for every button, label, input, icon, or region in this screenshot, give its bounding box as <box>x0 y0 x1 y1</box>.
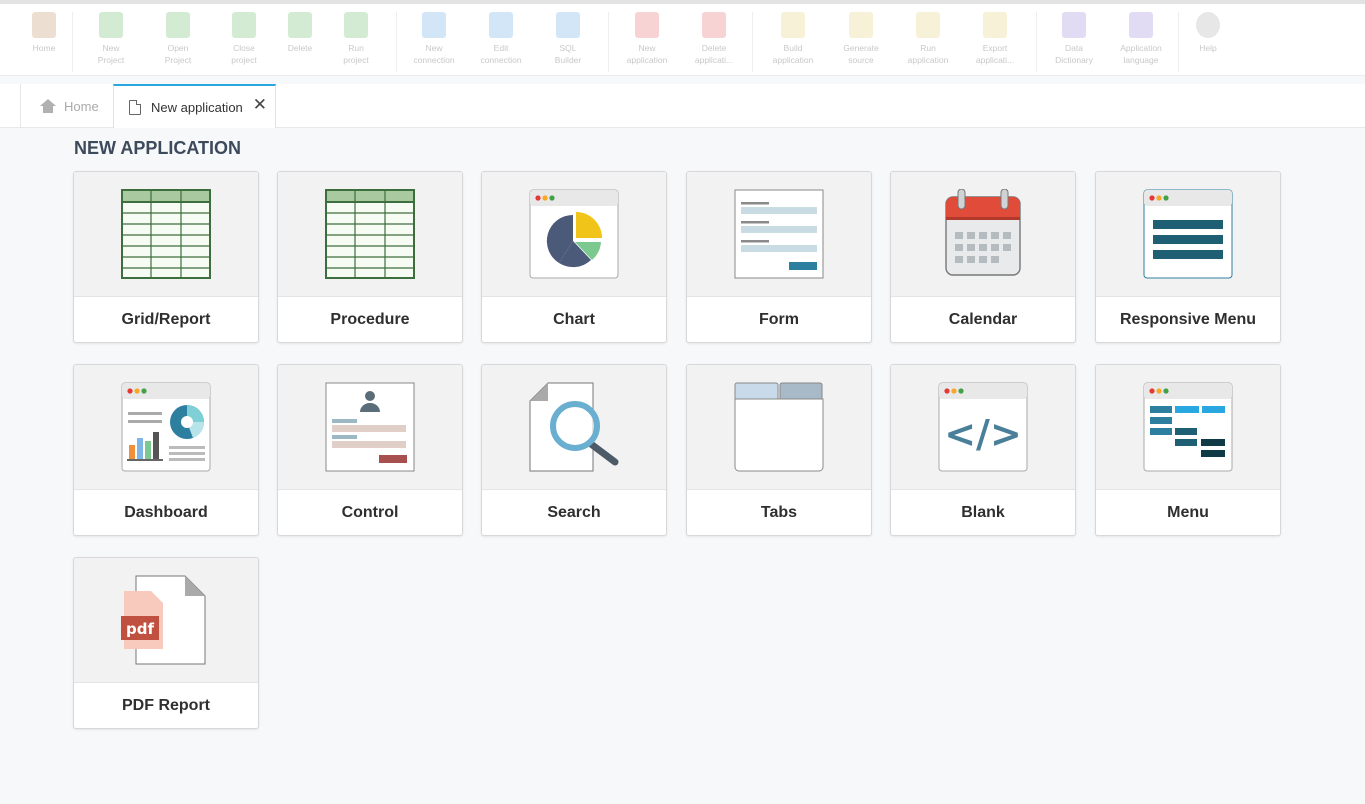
toolbar-generate-source-button[interactable]: Generate source <box>833 10 889 74</box>
toolbar-sql-builder-button[interactable]: SQL Builder <box>540 10 596 74</box>
toolbar-new-application-button[interactable]: New application <box>619 10 675 74</box>
toolbar-delete-application-button[interactable]: Delete applicati... <box>686 10 742 74</box>
toolbar-run-application-button[interactable]: Run application <box>900 10 956 74</box>
code-icon: </> <box>938 382 1028 472</box>
folder-close-icon <box>232 12 256 38</box>
card-label: Grid/Report <box>121 311 211 328</box>
database-add-icon <box>422 12 446 38</box>
card-responsive-menu[interactable]: Responsive Menu <box>1095 171 1281 343</box>
svg-text:pdf: pdf <box>126 620 154 638</box>
search-icon <box>529 382 619 472</box>
tab-bar: Home New application ✕ <box>0 84 1365 128</box>
toolbar-application-language-button[interactable]: Application language <box>1113 10 1169 74</box>
database-edit-icon <box>489 12 513 38</box>
toolbar-new-project-button[interactable]: New Project <box>83 10 139 74</box>
new-application-icon <box>635 12 659 38</box>
build-icon <box>781 12 805 38</box>
card-dashboard[interactable]: Dashboard <box>73 364 259 536</box>
help-icon <box>1196 12 1220 38</box>
tab-new-application[interactable]: New application ✕ <box>113 84 276 128</box>
toolbar-new-connection-button[interactable]: New connection <box>406 10 462 74</box>
card-label: Procedure <box>330 311 410 328</box>
pie-chart-icon <box>529 189 619 279</box>
responsive-menu-icon <box>1143 189 1233 279</box>
toolbar-open-project-button[interactable]: Open Project <box>150 10 206 74</box>
toolbar-delete-project-button[interactable]: Delete <box>272 10 328 74</box>
card-label: Tabs <box>760 504 798 521</box>
new-project-icon <box>99 12 123 38</box>
card-label: Responsive Menu <box>1119 311 1257 328</box>
language-icon <box>1129 12 1153 38</box>
card-tabs[interactable]: Tabs <box>686 364 872 536</box>
toolbar-build-application-button[interactable]: Build application <box>765 10 821 74</box>
card-menu[interactable]: Menu <box>1095 364 1281 536</box>
procedure-table-icon <box>325 189 415 279</box>
card-label: Menu <box>1167 504 1209 521</box>
home-icon <box>40 99 56 113</box>
toolbar-data-dictionary-button[interactable]: Data Dictionary <box>1046 10 1102 74</box>
control-icon <box>325 382 415 472</box>
delete-application-icon <box>702 12 726 38</box>
form-icon <box>734 189 824 279</box>
menu-icon <box>1143 382 1233 472</box>
card-blank[interactable]: </> Blank <box>890 364 1076 536</box>
toolbar-export-application-button[interactable]: Export applicati... <box>967 10 1023 74</box>
tab-home-label: Home <box>64 98 99 114</box>
export-icon <box>983 12 1007 38</box>
sql-builder-icon <box>556 12 580 38</box>
pdf-icon: pdf <box>121 575 206 665</box>
grid-table-icon <box>121 189 211 279</box>
calendar-icon <box>945 189 1021 276</box>
close-tab-icon[interactable]: ✕ <box>253 95 267 115</box>
main-toolbar: Home New Project Open Project Close proj… <box>0 0 1365 76</box>
card-label: Dashboard <box>124 504 208 521</box>
toolbar-help-button[interactable]: Help <box>1180 10 1236 74</box>
card-label: Form <box>759 311 799 328</box>
card-label: PDF Report <box>122 697 210 714</box>
card-label: Search <box>547 504 601 521</box>
run-application-icon <box>916 12 940 38</box>
card-control[interactable]: Control <box>277 364 463 536</box>
svg-text:</>: </> <box>944 412 1022 456</box>
card-chart[interactable]: Chart <box>481 171 667 343</box>
card-form[interactable]: Form <box>686 171 872 343</box>
tab-new-application-label: New application <box>151 99 243 115</box>
toolbar-run-project-button[interactable]: Run project <box>328 10 384 74</box>
card-grid-report[interactable]: Grid/Report <box>73 171 259 343</box>
card-calendar[interactable]: Calendar <box>890 171 1076 343</box>
data-dictionary-icon <box>1062 12 1086 38</box>
page-title: NEW APPLICATION <box>74 138 241 158</box>
card-label: Chart <box>553 311 595 328</box>
tab-home[interactable]: Home <box>26 84 112 128</box>
tabs-icon <box>734 382 824 472</box>
folder-open-icon <box>166 12 190 38</box>
trash-icon <box>288 12 312 38</box>
dashboard-icon <box>121 382 211 472</box>
toolbar-edit-connection-button[interactable]: Edit connection <box>473 10 529 74</box>
run-icon <box>344 12 368 38</box>
card-label: Control <box>341 504 399 521</box>
document-icon <box>129 99 141 115</box>
card-label: Blank <box>961 504 1005 521</box>
card-pdf-report[interactable]: pdf PDF Report <box>73 557 259 729</box>
card-procedure[interactable]: Procedure <box>277 171 463 343</box>
generate-source-icon <box>849 12 873 38</box>
home-icon <box>32 12 56 38</box>
card-label: Calendar <box>948 311 1018 328</box>
card-search[interactable]: Search <box>481 364 667 536</box>
toolbar-home-button[interactable]: Home <box>16 10 72 74</box>
toolbar-close-project-button[interactable]: Close project <box>216 10 272 74</box>
